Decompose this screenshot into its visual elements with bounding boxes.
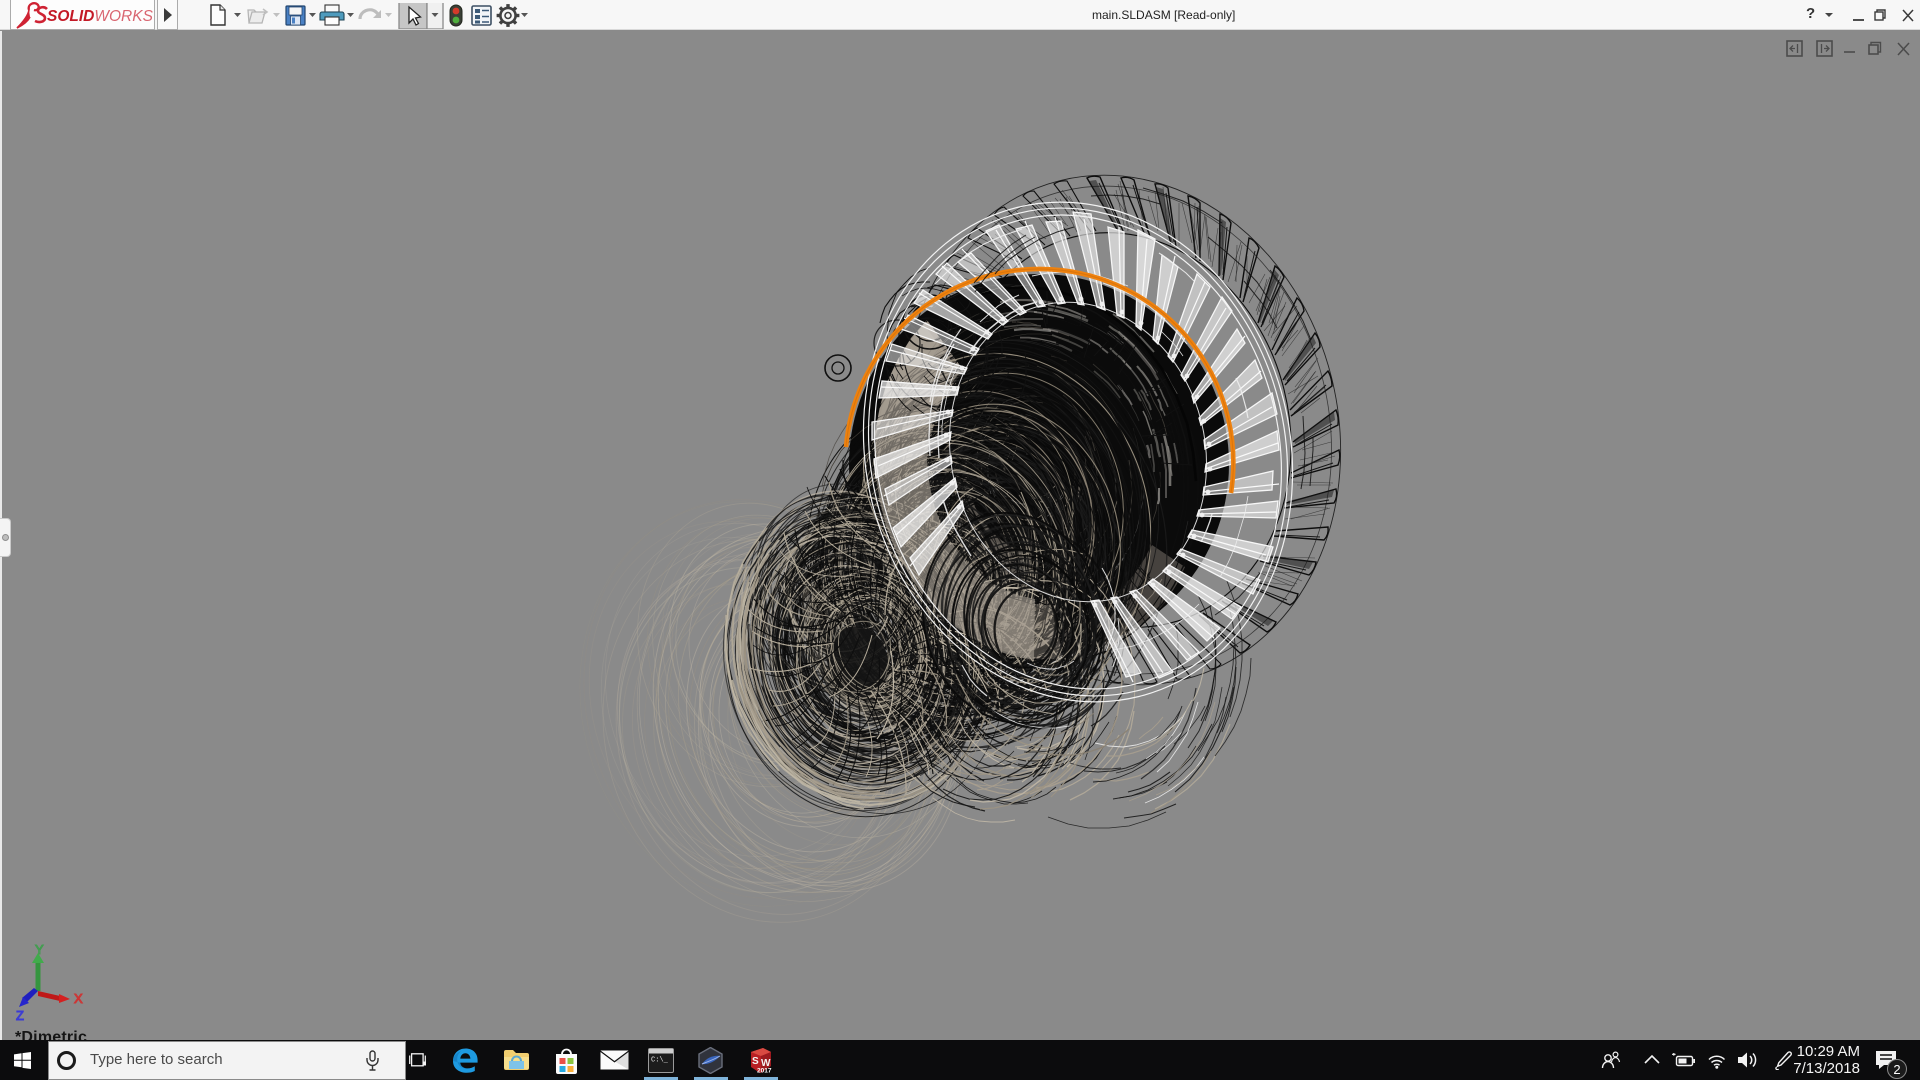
svg-text:Z: Z bbox=[16, 1008, 24, 1023]
svg-text:2017: 2017 bbox=[757, 1068, 772, 1075]
svg-text:C:\_: C:\_ bbox=[651, 1057, 669, 1065]
svg-text:X: X bbox=[74, 991, 83, 1006]
svg-text:Y: Y bbox=[35, 942, 44, 957]
svg-text:S: S bbox=[752, 1056, 759, 1067]
